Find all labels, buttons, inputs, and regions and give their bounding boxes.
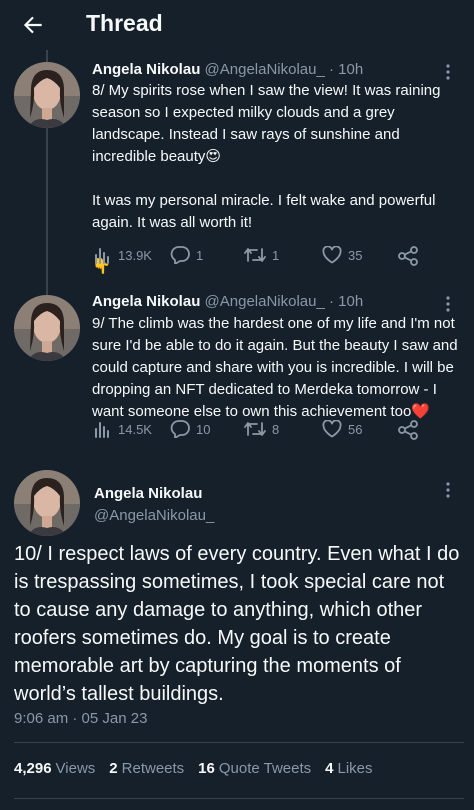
retweet-button[interactable]: 1 (244, 246, 279, 264)
views-count: 13.9K (118, 247, 152, 263)
avatar[interactable] (14, 62, 80, 128)
thread-connector (46, 283, 48, 295)
retweet-count: 1 (272, 247, 280, 263)
thread-connector (46, 128, 48, 283)
author-handle[interactable]: @AngelaNikolau_ (205, 293, 325, 310)
retweets-stat[interactable]: 2 Retweets (109, 760, 184, 777)
tweet-paragraph: 9/ The climb was the hardest one of my l… (92, 315, 458, 420)
heart-icon (322, 246, 342, 264)
tweet-actions: 13.9K 1 1 35 (92, 246, 432, 270)
like-count: 35 (348, 247, 363, 263)
tweet-text: 9/ The climb was the hardest one of my l… (92, 313, 462, 423)
views-button[interactable]: 14.5K (94, 420, 152, 438)
like-button[interactable]: 35 (322, 246, 362, 264)
author-handle[interactable]: @AngelaNikolau_ (205, 61, 325, 78)
main-tweet: Angela Nikolau @AngelaNikolau_ 10/ I res… (0, 460, 474, 810)
retweet-icon (244, 248, 266, 262)
retweet-count: 8 (272, 421, 280, 437)
views-label: Views (55, 760, 96, 777)
avatar[interactable] (14, 470, 80, 536)
likes-stat[interactable]: 4 Likes (325, 760, 372, 777)
views-stat[interactable]: 4,296 Views (14, 760, 95, 777)
avatar[interactable] (14, 295, 80, 361)
views-count: 14.5K (118, 421, 152, 437)
more-options-icon[interactable] (446, 482, 450, 498)
quote-tweets-label: Quote Tweets (218, 760, 312, 777)
tweet-8[interactable]: Angela Nikolau @AngelaNikolau_ · 10h 8/ … (0, 0, 474, 283)
main-tweet-text: 10/ I respect laws of every country. Eve… (14, 543, 460, 705)
like-button[interactable]: 56 (322, 420, 362, 438)
author-name[interactable]: Angela Nikolau (92, 293, 200, 310)
tweet-time[interactable]: · 10h (329, 61, 363, 78)
views-total: 4,296 (14, 760, 52, 777)
like-count: 56 (348, 421, 363, 437)
retweets-label: Retweets (121, 760, 185, 777)
reply-icon (170, 420, 190, 438)
tweet-stats: 4,296 Views 2 Retweets 16 Quote Tweets 4 Lik… (14, 760, 464, 777)
tweet-timestamp[interactable]: 9:06 am · 05 Jan 23 (14, 710, 147, 727)
tweet-time[interactable]: · 10h (329, 293, 363, 310)
divider (14, 742, 464, 743)
views-button[interactable]: 13.9K (94, 246, 152, 264)
divider (14, 798, 464, 799)
reply-button[interactable]: 10 (170, 420, 210, 438)
share-icon (398, 246, 418, 266)
reply-icon (170, 246, 190, 264)
author-name[interactable]: Angela Nikolau (92, 61, 200, 78)
quote-tweets-total: 16 (198, 760, 215, 777)
reply-button[interactable]: 1 (170, 246, 203, 264)
share-button[interactable] (398, 420, 418, 440)
more-options-icon[interactable] (446, 296, 450, 312)
retweet-button[interactable]: 8 (244, 420, 279, 438)
likes-label: Likes (337, 760, 373, 777)
tweet-9[interactable]: Angela Nikolau @AngelaNikolau_ · 10h 9/ … (0, 283, 474, 460)
retweets-total: 2 (109, 760, 118, 777)
author-name[interactable]: Angela Nikolau (94, 485, 202, 502)
likes-total: 4 (325, 760, 334, 777)
share-button[interactable] (398, 246, 418, 266)
tweet-header: Angela Nikolau @AngelaNikolau_ · 10h (92, 293, 363, 310)
tweet-header: Angela Nikolau @AngelaNikolau_ · 10h (92, 61, 363, 78)
reply-count: 10 (196, 421, 211, 437)
tweet-paragraph: 8/ My spirits rose when I saw the view! … (92, 82, 441, 165)
share-icon (398, 420, 418, 440)
author-handle[interactable]: @AngelaNikolau_ (94, 507, 214, 524)
heart-icon (322, 420, 342, 438)
tweet-actions: 14.5K 10 8 56 (92, 420, 432, 444)
more-options-icon[interactable] (446, 64, 450, 80)
views-icon (95, 422, 109, 438)
reply-count: 1 (196, 247, 204, 263)
quote-tweets-stat[interactable]: 16 Quote Tweets (198, 760, 311, 777)
retweet-icon (244, 422, 266, 436)
views-icon (95, 248, 109, 264)
tweet-paragraph: It was my personal miracle. I felt wake … (92, 192, 436, 231)
